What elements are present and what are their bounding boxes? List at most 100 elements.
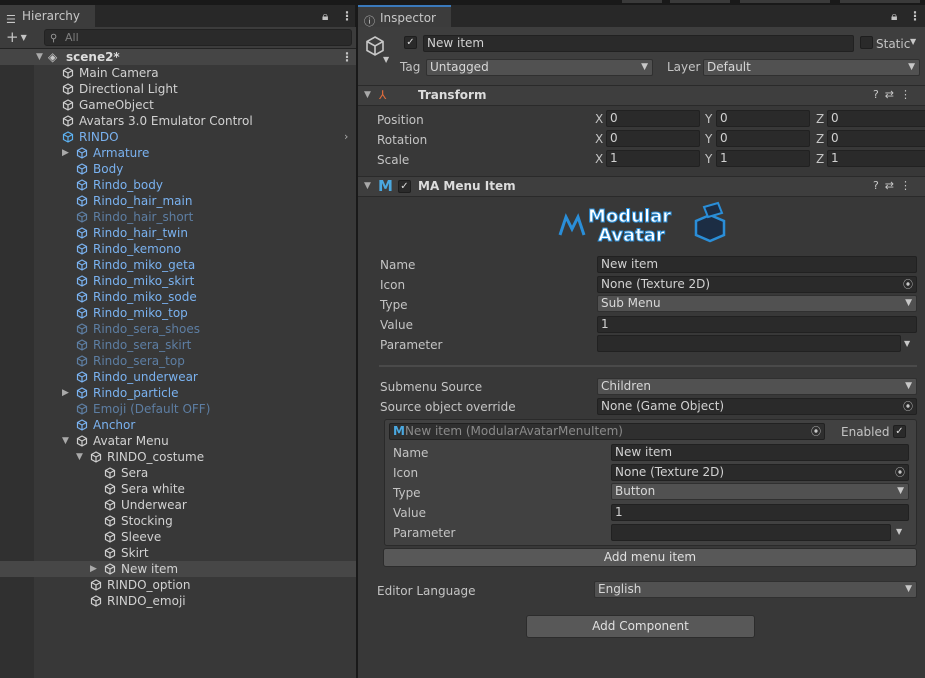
parameter-field[interactable] (597, 335, 901, 352)
hierarchy-item[interactable]: ▶ Armature (0, 145, 356, 161)
help-icon[interactable]: ? (873, 88, 885, 101)
hierarchy-item[interactable]: Rindo_miko_sode (0, 289, 356, 305)
axis-y-label[interactable]: Y (705, 112, 712, 126)
child-parameter-field[interactable] (611, 524, 891, 541)
position-z-field[interactable]: 0 (827, 110, 925, 127)
presets-icon[interactable]: ⇄ (885, 179, 900, 192)
hierarchy-item[interactable]: GameObject (0, 97, 356, 113)
hierarchy-item[interactable]: Rindo_sera_top (0, 353, 356, 369)
hierarchy-item[interactable]: Rindo_miko_geta (0, 257, 356, 273)
child-name-field[interactable]: New item (611, 444, 909, 461)
hierarchy-item[interactable]: Rindo_miko_skirt (0, 273, 356, 289)
hierarchy-item[interactable]: RINDO_option (0, 577, 356, 593)
axis-x-label[interactable]: X (595, 132, 603, 146)
hierarchy-item[interactable]: ▼ RINDO_costume (0, 449, 356, 465)
tab-inspector[interactable]: ⓘ Inspector (358, 5, 451, 28)
scene-menu-icon[interactable]: ⋮ (341, 49, 353, 65)
hierarchy-item[interactable]: Rindo_hair_main (0, 193, 356, 209)
hierarchy-item[interactable]: Underwear (0, 497, 356, 513)
component-menu-icon[interactable]: ⋮ (900, 179, 917, 192)
scale-y-field[interactable]: 1 (716, 150, 810, 167)
parameter-dropdown-icon[interactable]: ▼ (904, 339, 910, 348)
object-name-field[interactable]: New item (423, 35, 854, 52)
hierarchy-item[interactable]: Skirt (0, 545, 356, 561)
editor-language-dropdown[interactable]: English ▼ (594, 581, 917, 598)
child-enabled-checkbox[interactable]: ✓ (893, 425, 906, 438)
hierarchy-search-input[interactable]: ⚲ All (44, 29, 352, 46)
hierarchy-item[interactable]: Body (0, 161, 356, 177)
add-menu-item-button[interactable]: Add menu item (383, 548, 917, 567)
icon-dropdown-icon[interactable]: ▼ (383, 55, 389, 64)
axis-y-label[interactable]: Y (705, 152, 712, 166)
hierarchy-item[interactable]: Rindo_hair_short (0, 209, 356, 225)
collapse-arrow-icon[interactable]: ▶ (62, 385, 69, 401)
child-type-dropdown[interactable]: Button ▼ (611, 483, 909, 500)
transform-header[interactable]: ▼ ⅄ Transform ?⇄⋮ (358, 85, 925, 106)
lock-icon[interactable]: 🔒︎ (322, 9, 328, 24)
open-prefab-chevron-icon[interactable]: › (344, 129, 348, 145)
hierarchy-item[interactable]: Rindo_body (0, 177, 356, 193)
rotation-z-field[interactable]: 0 (827, 130, 925, 147)
scale-z-field[interactable]: 1 (827, 150, 925, 167)
hierarchy-item[interactable]: Rindo_underwear (0, 369, 356, 385)
hierarchy-item[interactable]: Rindo_kemono (0, 241, 356, 257)
object-picker-icon[interactable]: ⦿ (895, 466, 905, 480)
hierarchy-item[interactable]: Directional Light (0, 81, 356, 97)
icon-object-field[interactable]: None (Texture 2D) ⦿ (597, 276, 917, 293)
object-picker-icon[interactable]: ⦿ (903, 400, 913, 414)
component-enabled-checkbox[interactable]: ✓ (398, 180, 411, 193)
layer-dropdown[interactable]: Default ▼ (703, 59, 920, 76)
name-field[interactable]: New item (597, 256, 917, 273)
add-component-button[interactable]: Add Component (526, 615, 755, 638)
hierarchy-item[interactable]: ▶ Rindo_particle (0, 385, 356, 401)
hierarchy-item[interactable]: Anchor (0, 417, 356, 433)
collapse-arrow-icon[interactable]: ▼ (364, 181, 371, 191)
hierarchy-item[interactable]: Rindo_sera_skirt (0, 337, 356, 353)
presets-icon[interactable]: ⇄ (885, 88, 900, 101)
hierarchy-item[interactable]: ▼ Avatar Menu (0, 433, 356, 449)
active-checkbox[interactable]: ✓ (404, 36, 417, 49)
tab-hierarchy[interactable]: ☰ Hierarchy (0, 5, 95, 27)
hierarchy-item[interactable]: Rindo_miko_top (0, 305, 356, 321)
submenu-source-dropdown[interactable]: Children ▼ (597, 378, 917, 395)
create-dropdown-button[interactable]: + ▼ (6, 29, 27, 46)
collapse-arrow-icon[interactable]: ▶ (90, 561, 97, 577)
child-parameter-dropdown-icon[interactable]: ▼ (896, 527, 902, 536)
expand-arrow-icon[interactable]: ▼ (76, 449, 83, 465)
hierarchy-item[interactable]: Rindo_sera_shoes (0, 321, 356, 337)
scale-x-field[interactable]: 1 (606, 150, 700, 167)
hierarchy-item[interactable]: ▶ New item (0, 561, 356, 577)
more-options-icon[interactable]: ⋮ (909, 9, 921, 23)
static-checkbox[interactable] (860, 36, 873, 49)
axis-z-label[interactable]: Z (816, 112, 824, 126)
expand-arrow-icon[interactable]: ▼ (36, 49, 43, 65)
hierarchy-item[interactable]: Sera (0, 465, 356, 481)
collapse-arrow-icon[interactable]: ▶ (62, 145, 69, 161)
hierarchy-item[interactable]: Main Camera (0, 65, 356, 81)
expand-arrow-icon[interactable]: ▼ (62, 433, 69, 449)
position-y-field[interactable]: 0 (716, 110, 810, 127)
hierarchy-item[interactable]: RINDO_emoji (0, 593, 356, 609)
position-x-field[interactable]: 0 (606, 110, 700, 127)
hierarchy-item[interactable]: › RINDO (0, 129, 356, 145)
hierarchy-item[interactable]: Emoji (Default OFF) (0, 401, 356, 417)
ma-menu-item-header[interactable]: ▼ M ✓ MA Menu Item ?⇄⋮ (358, 176, 925, 197)
help-icon[interactable]: ? (873, 179, 885, 192)
tag-dropdown[interactable]: Untagged ▼ (426, 59, 653, 76)
axis-z-label[interactable]: Z (816, 132, 824, 146)
hierarchy-item[interactable]: Avatars 3.0 Emulator Control (0, 113, 356, 129)
type-dropdown[interactable]: Sub Menu ▼ (597, 295, 917, 312)
child-value-field[interactable]: 1 (611, 504, 909, 521)
object-picker-icon[interactable]: ⦿ (811, 425, 821, 439)
axis-z-label[interactable]: Z (816, 152, 824, 166)
component-menu-icon[interactable]: ⋮ (900, 88, 917, 101)
more-options-icon[interactable]: ⋮ (341, 9, 353, 23)
lock-icon[interactable]: 🔒︎ (891, 9, 897, 24)
hierarchy-item[interactable]: Sleeve (0, 529, 356, 545)
axis-y-label[interactable]: Y (705, 132, 712, 146)
object-picker-icon[interactable]: ⦿ (903, 278, 913, 292)
hierarchy-item[interactable]: Sera white (0, 481, 356, 497)
source-override-field[interactable]: None (Game Object) ⦿ (597, 398, 917, 415)
axis-x-label[interactable]: X (595, 112, 603, 126)
collapse-arrow-icon[interactable]: ▼ (364, 90, 371, 100)
